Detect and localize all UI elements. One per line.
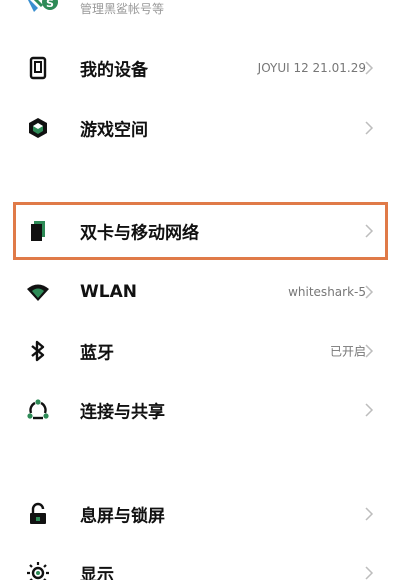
setting-item-label: 蓝牙 (80, 343, 114, 364)
chevron-right-icon (365, 61, 374, 75)
account-row[interactable]: S 管理黑鲨帐号等 (0, 0, 400, 22)
setting-item-game-space[interactable]: 游戏空间 (0, 98, 400, 158)
chevron-right-icon (365, 285, 374, 299)
svg-text:S: S (46, 0, 54, 10)
setting-item-label: 游戏空间 (80, 120, 148, 141)
bluetooth-icon (31, 340, 45, 362)
setting-item-label: 息屏与锁屏 (80, 506, 165, 527)
wifi-icon (27, 284, 49, 301)
highlight-box (13, 202, 388, 260)
lock-icon (30, 502, 46, 524)
setting-item-display[interactable]: 显示 (0, 543, 400, 580)
share-icon (27, 399, 49, 420)
setting-item-label: 连接与共享 (80, 402, 165, 423)
setting-item-wlan[interactable]: WLAN whiteshark-5 (0, 262, 400, 322)
account-subtitle: 管理黑鲨帐号等 (80, 2, 165, 16)
brightness-icon (27, 562, 49, 580)
setting-item-value: whiteshark-5 (288, 285, 366, 299)
setting-item-screen-lock[interactable]: 息屏与锁屏 (0, 484, 400, 544)
chevron-right-icon (365, 566, 374, 580)
chevron-right-icon (365, 403, 374, 417)
setting-item-label: WLAN (80, 282, 137, 302)
chevron-right-icon (365, 121, 374, 135)
chevron-right-icon (365, 344, 374, 358)
setting-item-label: 显示 (80, 565, 114, 580)
settings-page: S 管理黑鲨帐号等 我的设备 JOYUI 12 21.01.29 游戏空间 双卡… (0, 0, 400, 580)
setting-item-value: JOYUI 12 21.01.29 (257, 61, 366, 75)
setting-item-value: 已开启 (329, 344, 366, 359)
phone-icon (29, 56, 47, 80)
setting-item-my-device[interactable]: 我的设备 JOYUI 12 21.01.29 (0, 38, 400, 98)
setting-item-bluetooth[interactable]: 蓝牙 已开启 (0, 321, 400, 381)
setting-item-label: 我的设备 (80, 60, 148, 81)
account-avatar-icon: S (28, 0, 58, 12)
chevron-right-icon (365, 507, 374, 521)
game-cube-icon (29, 118, 47, 138)
setting-item-connection-sharing[interactable]: 连接与共享 (0, 380, 400, 440)
